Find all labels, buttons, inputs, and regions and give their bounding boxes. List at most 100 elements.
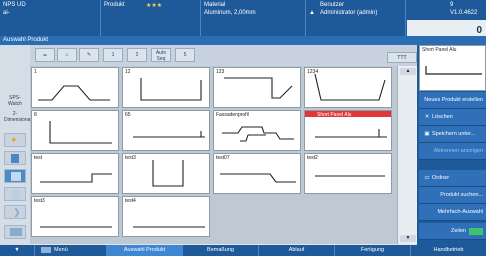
profile-shape — [220, 173, 296, 183]
tab-production[interactable]: Fertigung — [334, 245, 410, 256]
profile-shape — [222, 126, 294, 142]
empty-tile — [304, 196, 392, 237]
toolbar-button-1[interactable]: 1 — [103, 48, 123, 62]
multi-select-button[interactable]: Mehrfach-Auswahl — [419, 204, 486, 221]
preview-label: Short Panel Alu — [422, 47, 457, 53]
rows-toggle[interactable] — [469, 228, 483, 235]
tab-manual[interactable]: Handbetrieb — [410, 245, 486, 256]
tab-dimension[interactable]: Bemaßung — [182, 245, 258, 256]
profile-shape — [40, 173, 112, 183]
profile-shape — [40, 226, 112, 228]
product-preview: Short Panel Alu — [419, 45, 486, 91]
save-as-button[interactable]: ▣ Speichern unter... — [419, 126, 486, 143]
next-icon[interactable]: ❯ — [4, 205, 26, 219]
count-value: 9 — [450, 2, 454, 8]
product-tile[interactable]: Short Panel Alu — [304, 110, 392, 151]
product-section[interactable]: Produkt ★★★ — [100, 0, 201, 36]
tab-select-product[interactable]: Auswahl Produkt — [106, 245, 182, 256]
grid-scrollbar[interactable]: ▲ ▼ — [397, 66, 418, 244]
new-product-button[interactable]: Neues Produkt erstellen — [419, 92, 486, 109]
catalog-icon[interactable] — [4, 169, 26, 183]
material-section[interactable]: Material Aluminum, 2,00mm — [200, 0, 306, 36]
product-label: Produkt — [104, 2, 125, 8]
menu-tab[interactable]: Menü — [34, 245, 106, 256]
empty-tile — [213, 196, 301, 237]
app-section: NPS UD ai- — [0, 0, 100, 36]
save-icon: ▣ — [424, 131, 430, 137]
profile-shape — [152, 160, 184, 187]
delete-button[interactable]: ✕ Löschen — [419, 109, 486, 126]
page-title: Auswahl Produkt — [0, 36, 486, 45]
material-label: Material — [204, 2, 226, 8]
product-tile[interactable]: 8 — [31, 110, 119, 151]
profile-shape — [49, 121, 112, 144]
rating-stars: ★★★ — [146, 3, 163, 9]
document-icon[interactable] — [4, 151, 26, 165]
profile-shape — [315, 129, 387, 138]
right-panel: Short Panel Alu Neues Produkt erstellen … — [417, 45, 486, 245]
menu-arrow-icon[interactable]: ▼ — [0, 245, 34, 256]
tab-flow[interactable]: Ablauf — [258, 245, 334, 256]
star-icon[interactable]: ✦ — [4, 133, 26, 147]
product-tile[interactable]: 1 — [31, 67, 119, 108]
product-grid: 1 12 123 1234 8 65 Fassadenprofil Short Panel A… — [30, 66, 397, 244]
menu-tab-label: Menü — [54, 247, 68, 253]
folder-label: Ordner — [432, 175, 450, 181]
toolbar: ⌓ ⌂ ✎ 1 2 Auto Seq 5 — [30, 45, 417, 67]
profile-shape — [133, 226, 205, 228]
ttt-button[interactable]: TTT — [387, 52, 417, 63]
menu-icon — [41, 246, 51, 253]
profile-shape — [315, 175, 385, 177]
folder-icon: ▭ — [424, 175, 430, 181]
user-icon: ▲ — [309, 10, 315, 16]
product-tile[interactable]: test2 — [304, 153, 392, 194]
left-rail: SPS-Watch 2-Dimensional ✦ ❯ — [0, 45, 32, 245]
user-section[interactable]: ▲ Benutzer Administrator (admin) — [305, 0, 406, 36]
toolbar-button-5[interactable]: 5 — [175, 48, 195, 62]
profile-shape — [314, 73, 386, 101]
toolbar-button-2[interactable]: 2 — [127, 48, 147, 62]
profile-shape — [224, 77, 293, 99]
profile-shape — [38, 85, 110, 101]
delete-icon: ✕ — [424, 114, 430, 120]
save-as-label: Speichern unter... — [432, 131, 476, 137]
scroll-down-button[interactable]: ▼ — [400, 235, 416, 242]
sps-watch-button[interactable]: SPS-Watch — [4, 95, 26, 109]
product-tile[interactable]: Fassadenprofil — [213, 110, 301, 151]
product-tile[interactable]: 123 — [213, 67, 301, 108]
product-tile[interactable]: test3 — [122, 153, 210, 194]
folder-button[interactable]: ▭ Ordner — [419, 170, 486, 187]
search-product-button[interactable]: Produkt suchen... — [419, 187, 486, 204]
view-mode-button[interactable]: 2-Dimensional — [4, 111, 32, 125]
product-tile[interactable]: 65 — [122, 110, 210, 151]
revise-button[interactable]: Abtrennen anzeigen — [419, 143, 486, 160]
product-tile[interactable]: test4 — [122, 196, 210, 237]
app-sub-label: ai- — [3, 10, 10, 16]
page-value: 0 — [476, 25, 482, 36]
header-bar: NPS UD ai- Produkt ★★★ Material Aluminum… — [0, 0, 486, 36]
bottom-tab-bar: ▼ Menü Auswahl Produkt Bemaßung Ablauf F… — [0, 245, 486, 256]
profile-view-icon[interactable]: ⌓ — [35, 48, 55, 62]
rows-label: Zeilen — [451, 228, 466, 234]
pencil-icon[interactable]: ✎ — [79, 48, 99, 62]
tool-icon[interactable]: ⌂ — [57, 48, 77, 62]
product-tile[interactable]: test — [31, 153, 119, 194]
product-tile[interactable]: 12 — [122, 67, 210, 108]
user-value: Administrator (admin) — [320, 10, 378, 16]
settings-icon[interactable] — [4, 225, 26, 239]
profile-shape — [140, 78, 202, 101]
material-value: Aluminum, 2,00mm — [204, 10, 256, 16]
version-label: V1.0.4622 — [450, 10, 478, 16]
user-label: Benutzer — [320, 2, 345, 8]
profile-shape — [133, 131, 205, 138]
rows-control[interactable]: Zeilen — [419, 223, 486, 240]
product-tile[interactable]: test07 — [213, 153, 301, 194]
product-tile[interactable]: 1234 — [304, 67, 392, 108]
product-tile[interactable]: test3 — [31, 196, 119, 237]
delete-label: Löschen — [432, 114, 453, 120]
auto-seq-button[interactable]: Auto Seq — [151, 48, 171, 62]
scroll-up-button[interactable]: ▲ — [400, 68, 416, 75]
app-label: NPS UD — [3, 2, 26, 8]
page-icon[interactable] — [4, 187, 26, 201]
counter-strip — [407, 20, 486, 36]
